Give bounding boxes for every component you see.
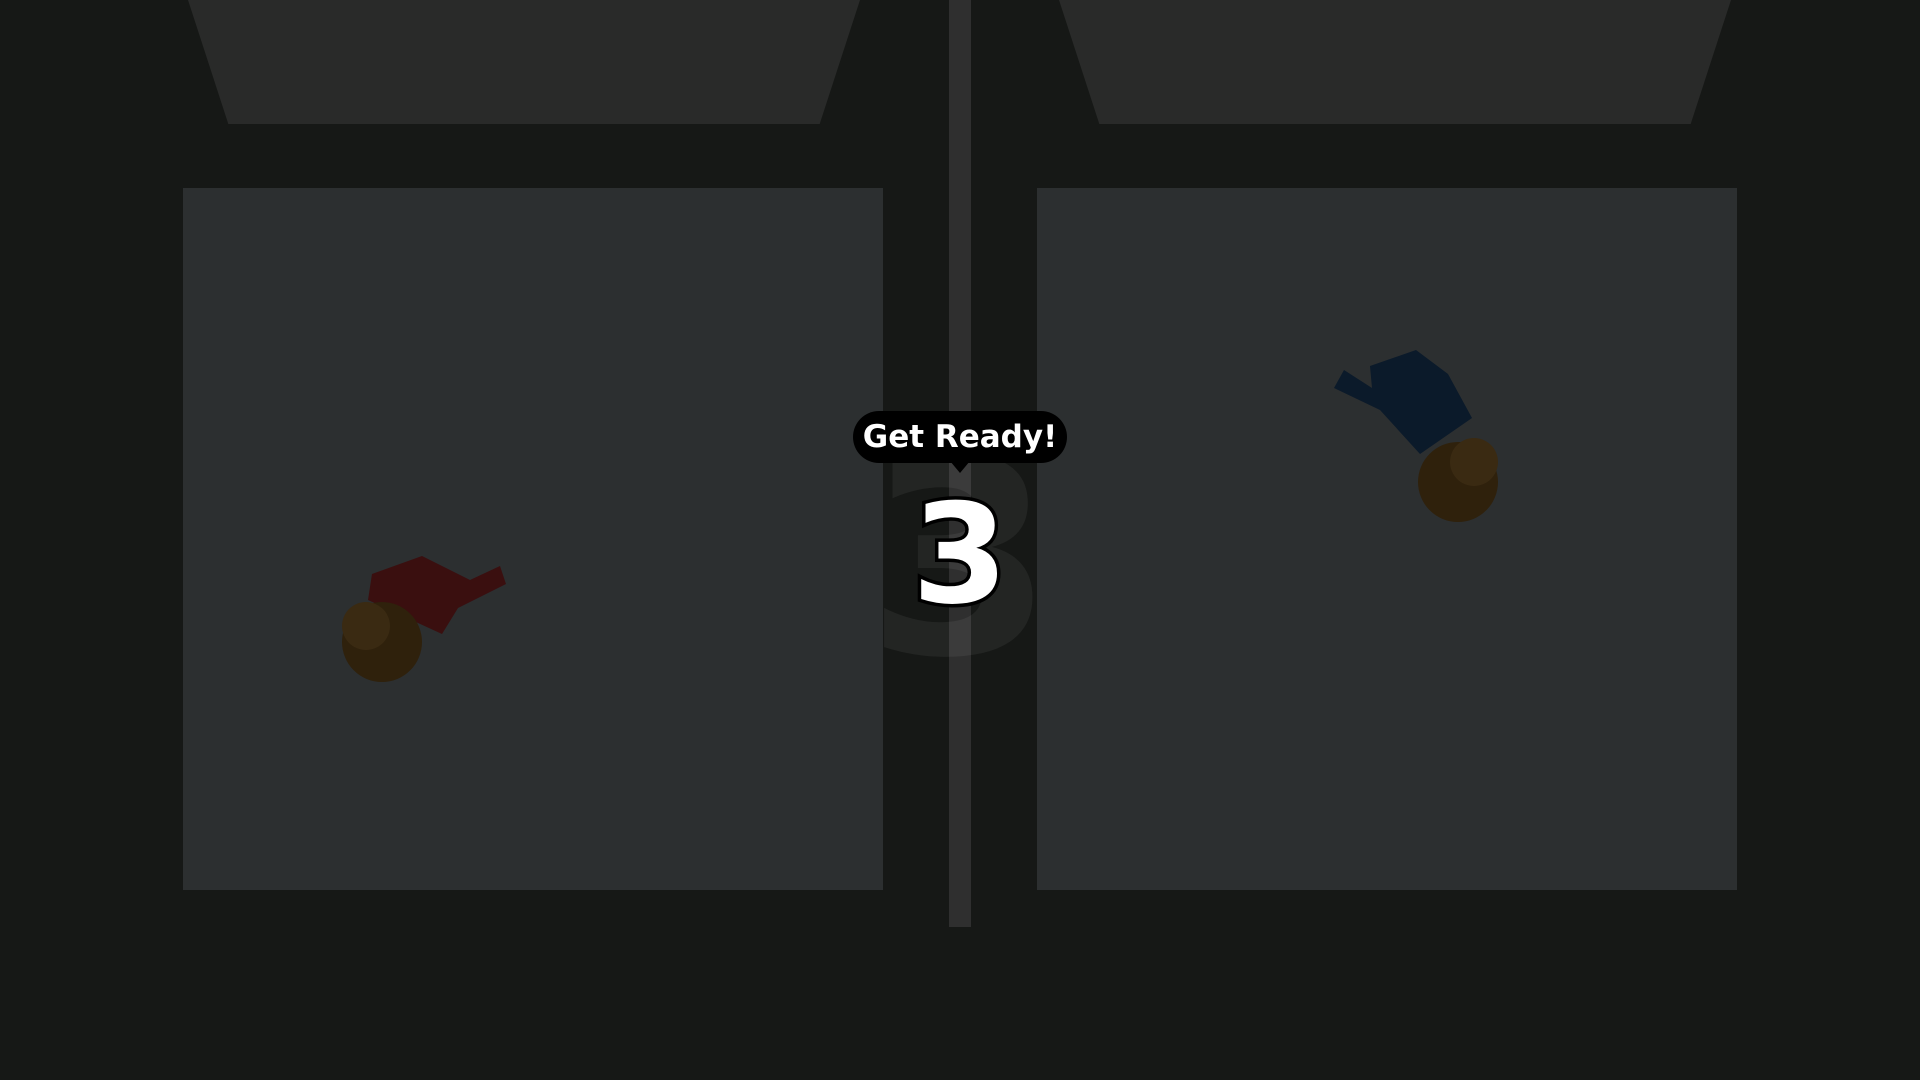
player-right-shirt bbox=[1334, 350, 1472, 454]
get-ready-banner: Get Ready! bbox=[853, 411, 1067, 463]
player-left-red bbox=[342, 556, 506, 682]
game-stage: 3 Get Ready! 3 bbox=[0, 0, 1920, 1080]
countdown-number: 3 bbox=[908, 474, 1011, 635]
left-arena-floor bbox=[183, 188, 883, 890]
left-goal-zone bbox=[188, 0, 860, 124]
player-right-hand bbox=[1450, 438, 1498, 486]
get-ready-pointer bbox=[950, 461, 970, 473]
player-left-hand bbox=[342, 602, 390, 650]
right-goal-zone bbox=[1059, 0, 1731, 124]
player-right-blue bbox=[1334, 350, 1498, 522]
